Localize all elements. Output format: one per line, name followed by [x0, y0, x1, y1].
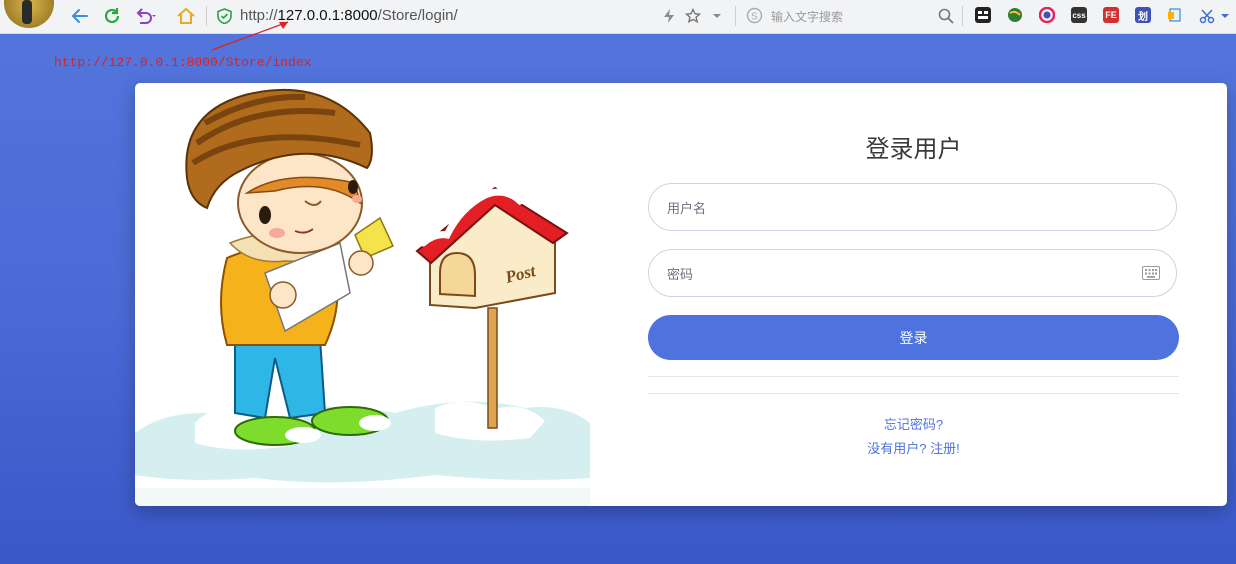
back-icon[interactable] [69, 5, 91, 27]
page-title: 登录用户 [865, 136, 962, 163]
css-extension-icon[interactable]: css [1071, 7, 1087, 23]
chevron-down-icon[interactable] [706, 5, 728, 27]
browser-toolbar: http://127.0.0.1:8000/Store/login/ S 输入文… [0, 0, 1236, 34]
url-prefix: http:// [240, 7, 278, 24]
illustration: Post [135, 88, 590, 506]
search-placeholder: 输入文字搜索 [771, 10, 844, 24]
username-field[interactable] [648, 183, 1177, 232]
note-extension-icon[interactable] [1167, 7, 1183, 23]
shield-icon [217, 8, 232, 25]
password-field[interactable] [648, 249, 1177, 298]
fe-extension-icon[interactable]: FE [1103, 7, 1119, 23]
refresh-icon[interactable] [101, 5, 123, 27]
chevron-down-icon[interactable] [1214, 5, 1236, 27]
globe-extension-icon[interactable] [1007, 7, 1023, 23]
search-input[interactable]: S 输入文字搜索 [746, 6, 956, 26]
username-input[interactable] [665, 184, 1139, 232]
toolbar-divider [962, 6, 963, 26]
home-icon[interactable] [175, 5, 197, 27]
url-host: 127.0.0.1:8000 [277, 7, 378, 24]
toolbar-divider [206, 6, 207, 26]
login-button[interactable]: 登录 [648, 315, 1179, 360]
address-bar[interactable]: http://127.0.0.1:8000/Store/login/ [240, 7, 458, 24]
color-picker-icon[interactable] [1039, 7, 1055, 23]
tab-manager-icon[interactable] [975, 7, 991, 23]
svg-text:S: S [751, 12, 758, 23]
translate-extension-icon[interactable]: 划 [1135, 7, 1151, 23]
keyboard-icon[interactable] [1142, 266, 1160, 280]
sogou-icon: S [746, 7, 763, 27]
login-form: 登录用户 登录 忘记密码? 没有用户? 注册! [648, 83, 1179, 506]
register-link[interactable]: 没有用户? 注册! [648, 438, 1179, 457]
undo-icon[interactable] [134, 5, 156, 27]
annotation-text: http://127.0.0.1:8000/Store/index [54, 55, 312, 70]
star-icon[interactable] [682, 5, 704, 27]
divider [648, 393, 1179, 394]
toolbar-divider [735, 6, 736, 26]
search-icon[interactable] [935, 5, 957, 27]
forgot-password-link[interactable]: 忘记密码? [648, 414, 1179, 433]
login-card: Post 登录用户 用户名 登录 忘记密码? 没有用户? 注册! [135, 83, 1227, 506]
user-avatar[interactable] [4, 0, 54, 28]
password-input[interactable] [665, 250, 1139, 298]
divider [648, 376, 1179, 377]
lightning-icon[interactable] [658, 5, 680, 27]
url-path: /Store/login/ [377, 7, 458, 24]
